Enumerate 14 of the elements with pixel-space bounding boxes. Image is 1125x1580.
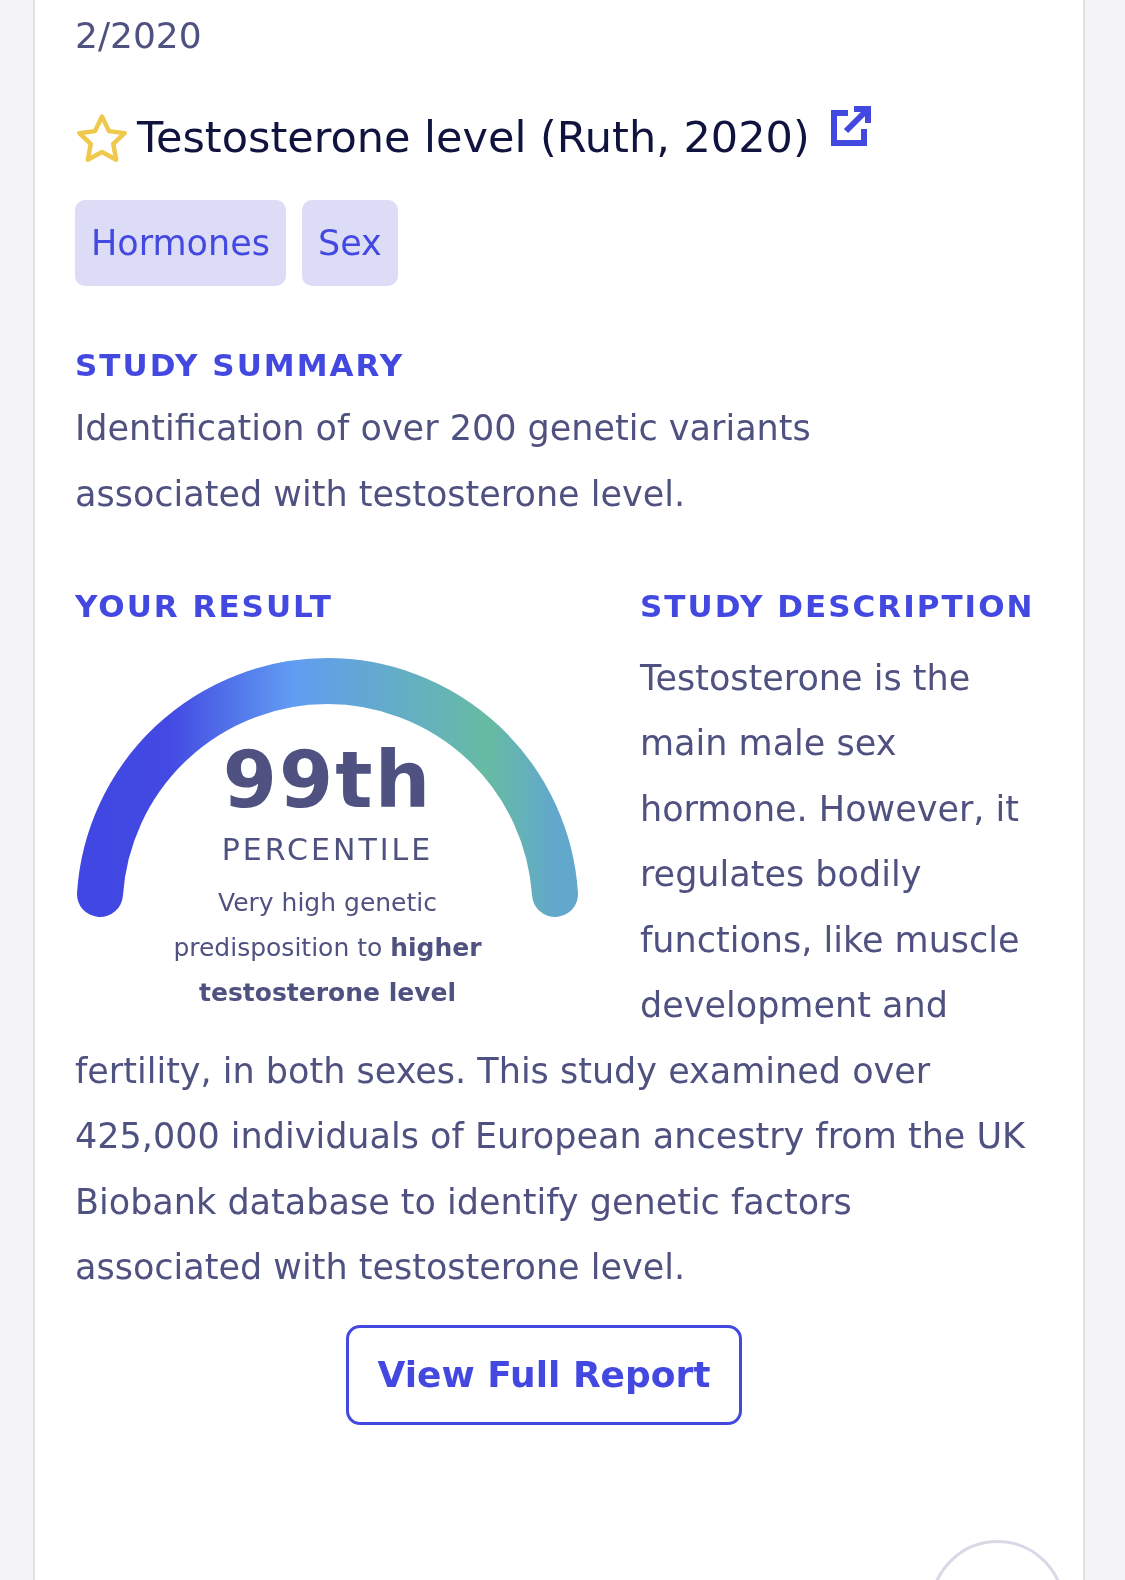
section-heading: YOUR RESULT <box>75 587 333 627</box>
description-text: fertility, in both sexes. This study examined over 425,000 individuals of European ancestry from the UK Biobank database to identify genetic factors associated with testosterone level. <box>75 1049 1027 1290</box>
percentile-label: PERCENTILE <box>221 830 434 869</box>
description-text: Testosterone is the main male sex hormone. However, it regulates bodily functions, like muscle development and <box>640 656 1021 1028</box>
study-title: Testosterone level (Ruth, 2020) <box>137 111 810 165</box>
tag[interactable]: Hormones <box>75 199 286 286</box>
tag[interactable]: Sex <box>301 199 398 286</box>
section-heading: STUDY DESCRIPTION <box>640 587 1035 627</box>
view-report-button[interactable]: View Full Report <box>346 1324 742 1425</box>
result-caption: Very high genetic predisposition to higher testosterone level <box>172 886 483 1009</box>
summary-text: Identification of over 200 genetic variants associated with testosterone level. <box>75 407 812 516</box>
section-heading: STUDY SUMMARY <box>75 345 405 385</box>
study-date: 2/2020 <box>75 14 202 58</box>
percentile-value: 99th <box>222 740 433 819</box>
